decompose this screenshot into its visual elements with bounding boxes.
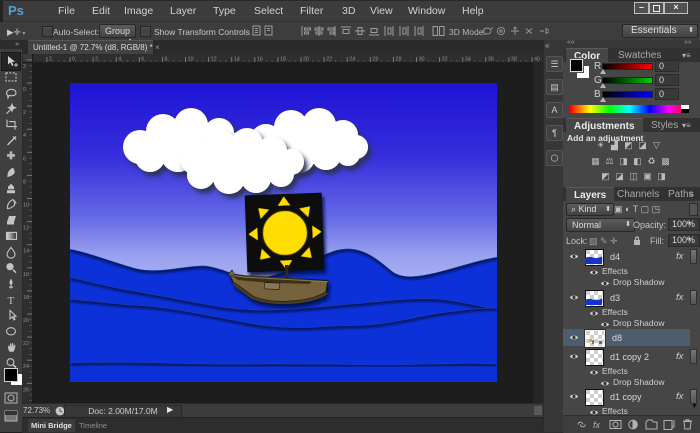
svg-text:20: 20 [23, 318, 29, 324]
svg-text:12: 12 [23, 226, 29, 232]
svg-text:24: 24 [23, 364, 29, 370]
svg-text:22: 22 [23, 341, 29, 347]
svg-text:fx: fx [593, 420, 601, 430]
svg-text:26: 26 [23, 387, 29, 393]
svg-text:10: 10 [23, 203, 29, 209]
svg-text:2: 2 [23, 110, 26, 116]
svg-text:6: 6 [23, 156, 26, 162]
svg-text:18: 18 [23, 295, 29, 301]
svg-text:T: T [8, 295, 15, 307]
svg-text:4: 4 [23, 133, 26, 139]
svg-text:14: 14 [23, 249, 29, 255]
svg-text:2: 2 [23, 64, 26, 70]
svg-text:16: 16 [23, 272, 29, 278]
svg-text:0: 0 [23, 87, 26, 93]
svg-text:8: 8 [23, 179, 26, 185]
